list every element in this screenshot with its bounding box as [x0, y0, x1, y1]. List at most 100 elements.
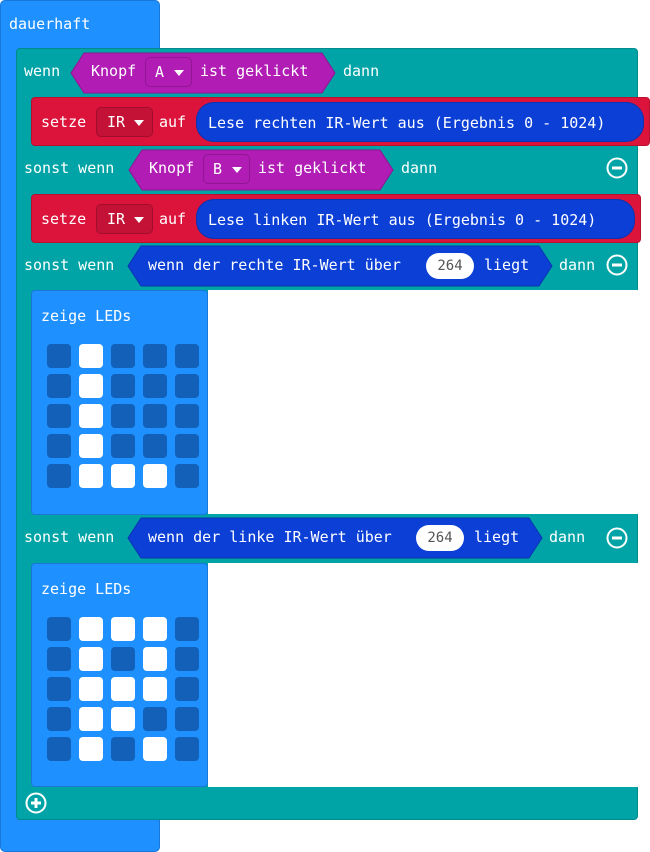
set-label: setze: [41, 113, 87, 131]
variable-value: IR: [107, 113, 126, 131]
else-if-label-1: sonst wenn: [24, 159, 115, 177]
condition-b-prefix: Knopf: [149, 159, 195, 177]
variable-value: IR: [107, 210, 126, 228]
minus-circle-icon[interactable]: [606, 157, 628, 179]
else-if-dann-label-2: dann: [559, 256, 596, 274]
led-cell[interactable]: [79, 647, 103, 671]
button-a-value: A: [155, 63, 165, 81]
read-left-ir-reporter[interactable]: Lese linken IR-Wert aus (Ergebnis 0 - 10…: [196, 199, 635, 239]
led-cell[interactable]: [111, 707, 135, 731]
led-cell[interactable]: [143, 617, 167, 641]
led-cell[interactable]: [111, 677, 135, 701]
led-cell[interactable]: [111, 647, 135, 671]
led-cell[interactable]: [111, 737, 135, 761]
led-cell[interactable]: [79, 677, 103, 701]
caret-down-icon: [232, 167, 242, 173]
led-cell[interactable]: [143, 737, 167, 761]
slot-gap-2: [208, 563, 638, 787]
button-b-dropdown[interactable]: B: [203, 154, 250, 184]
variable-dropdown[interactable]: IR: [96, 204, 153, 234]
led-cell[interactable]: [111, 404, 135, 428]
led-cell[interactable]: [79, 374, 103, 398]
led-cell[interactable]: [143, 647, 167, 671]
led-cell[interactable]: [79, 404, 103, 428]
led-cell[interactable]: [175, 344, 199, 368]
led-cell[interactable]: [111, 617, 135, 641]
set-label: setze: [41, 210, 87, 228]
threshold-input-right[interactable]: 264: [426, 253, 474, 279]
slot-gap-1: [208, 290, 638, 514]
caret-down-icon: [174, 70, 184, 76]
led-cell[interactable]: [47, 404, 71, 428]
if-wenn-label: wenn: [24, 62, 61, 80]
if-dann-label: dann: [343, 62, 380, 80]
else-if-dann-label-3: dann: [549, 528, 586, 546]
led-cell[interactable]: [47, 617, 71, 641]
show-leds-label: zeige LEDs: [41, 580, 132, 598]
led-cell[interactable]: [79, 434, 103, 458]
led-cell[interactable]: [143, 374, 167, 398]
led-cell[interactable]: [175, 707, 199, 731]
plus-circle-icon[interactable]: [25, 792, 47, 814]
minus-circle-icon[interactable]: [606, 527, 628, 549]
led-cell[interactable]: [175, 647, 199, 671]
condition-a-prefix: Knopf: [91, 62, 137, 80]
led-cell[interactable]: [47, 464, 71, 488]
led-cell[interactable]: [143, 677, 167, 701]
button-a-dropdown[interactable]: A: [145, 57, 192, 87]
caret-down-icon: [134, 217, 144, 223]
condition-d-prefix: wenn der linke IR-Wert über: [148, 528, 392, 546]
reporter-text: Lese linken IR-Wert aus (Ergebnis 0 - 10…: [208, 211, 597, 229]
show-leds-label: zeige LEDs: [41, 307, 132, 325]
led-cell[interactable]: [175, 374, 199, 398]
led-cell[interactable]: [175, 404, 199, 428]
led-cell[interactable]: [47, 707, 71, 731]
led-cell[interactable]: [143, 707, 167, 731]
led-cell[interactable]: [175, 677, 199, 701]
condition-b-suffix: ist geklickt: [258, 159, 367, 177]
else-if-label-3: sonst wenn: [24, 528, 115, 546]
reporter-text: Lese rechten IR-Wert aus (Ergebnis 0 - 1…: [208, 114, 606, 132]
led-cell[interactable]: [111, 434, 135, 458]
else-if-dann-label-1: dann: [401, 159, 438, 177]
led-cell[interactable]: [79, 737, 103, 761]
condition-d-suffix: liegt: [474, 528, 520, 546]
led-cell[interactable]: [79, 707, 103, 731]
led-cell[interactable]: [111, 344, 135, 368]
auf-label: auf: [159, 210, 187, 228]
led-cell[interactable]: [47, 677, 71, 701]
variable-dropdown[interactable]: IR: [96, 107, 153, 137]
caret-down-icon: [134, 120, 144, 126]
set-ir-block-1[interactable]: setze IR auf Lese rechten IR-Wert aus (E…: [31, 97, 650, 146]
minus-circle-icon[interactable]: [606, 254, 628, 276]
led-cell[interactable]: [111, 464, 135, 488]
read-right-ir-reporter[interactable]: Lese rechten IR-Wert aus (Ergebnis 0 - 1…: [196, 102, 644, 142]
led-cell[interactable]: [47, 374, 71, 398]
set-ir-block-2[interactable]: setze IR auf Lese linken IR-Wert aus (Er…: [31, 194, 641, 243]
led-cell[interactable]: [79, 344, 103, 368]
led-cell[interactable]: [143, 464, 167, 488]
led-cell[interactable]: [47, 434, 71, 458]
led-cell[interactable]: [175, 737, 199, 761]
led-cell[interactable]: [143, 344, 167, 368]
led-cell[interactable]: [79, 617, 103, 641]
led-cell[interactable]: [143, 404, 167, 428]
condition-c-prefix: wenn der rechte IR-Wert über: [148, 256, 401, 274]
condition-c-suffix: liegt: [484, 256, 530, 274]
condition-a-suffix: ist geklickt: [200, 62, 309, 80]
else-if-label-2: sonst wenn: [24, 256, 115, 274]
show-leds-block-2[interactable]: zeige LEDs: [31, 563, 208, 787]
show-leds-block-1[interactable]: zeige LEDs: [31, 290, 208, 515]
led-cell[interactable]: [79, 464, 103, 488]
led-cell[interactable]: [143, 434, 167, 458]
led-cell[interactable]: [175, 617, 199, 641]
led-cell[interactable]: [175, 464, 199, 488]
led-cell[interactable]: [175, 434, 199, 458]
led-cell[interactable]: [47, 737, 71, 761]
led-cell[interactable]: [47, 344, 71, 368]
led-cell[interactable]: [111, 374, 135, 398]
led-cell[interactable]: [47, 647, 71, 671]
forever-label: dauerhaft: [9, 15, 91, 33]
threshold-input-left[interactable]: 264: [416, 525, 464, 551]
auf-label: auf: [159, 113, 187, 131]
